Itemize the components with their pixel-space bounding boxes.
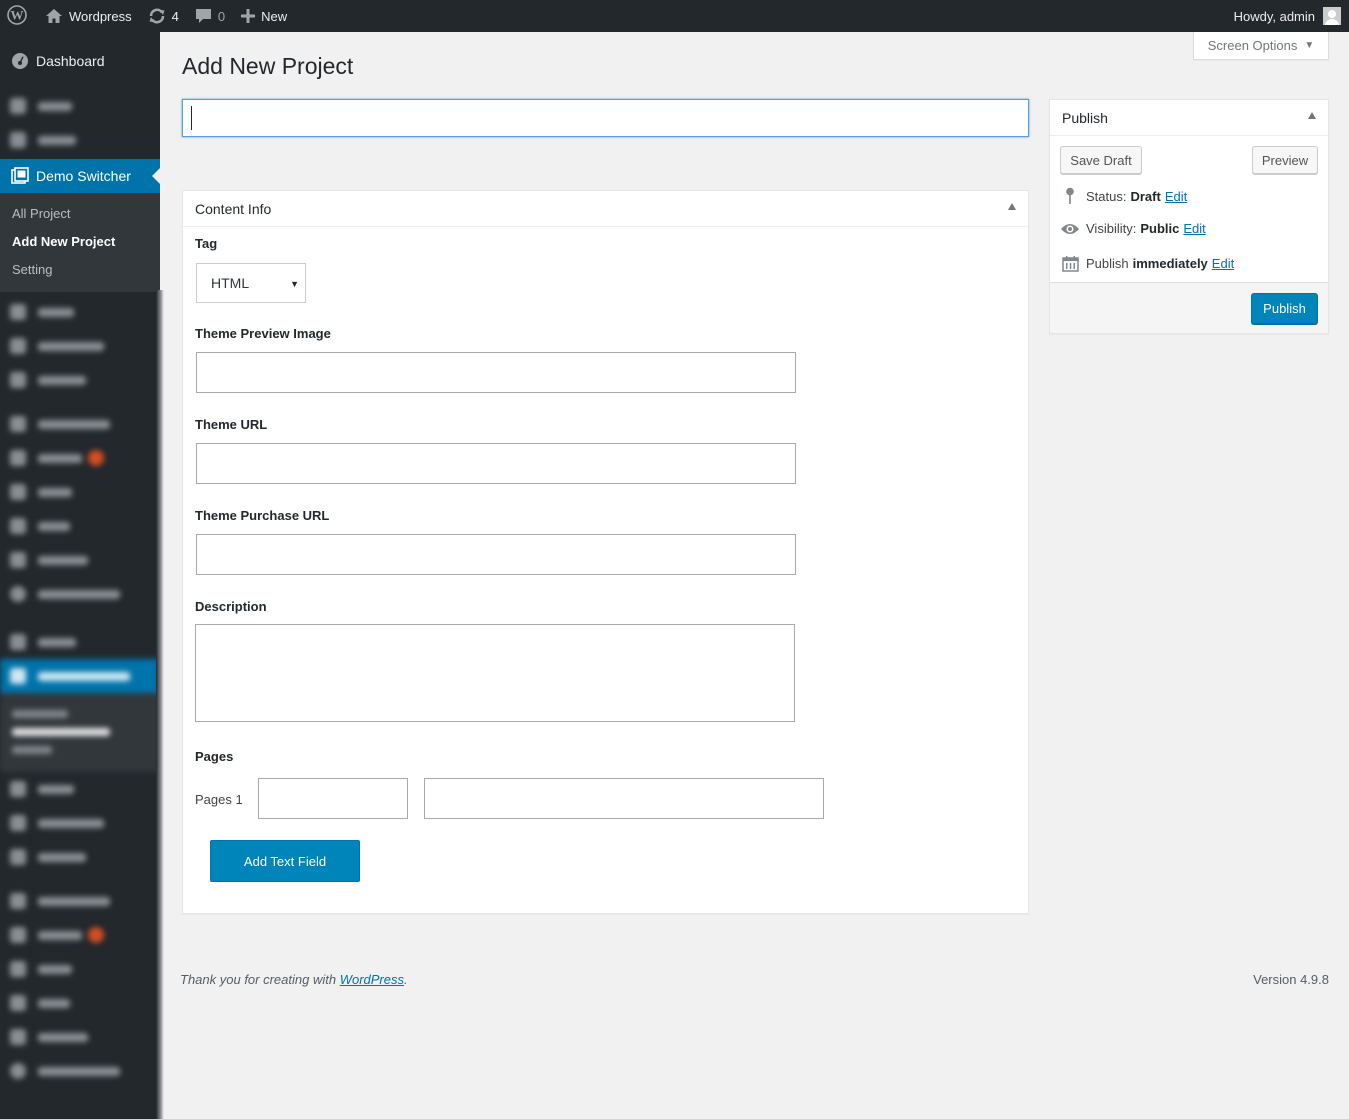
site-name: Wordpress <box>69 8 132 24</box>
status-edit-link[interactable]: Edit <box>1165 189 1187 204</box>
text-caret <box>191 106 192 130</box>
theme-url-input[interactable] <box>196 443 796 484</box>
plus-icon <box>241 9 256 23</box>
sidebar-item-demo-switcher[interactable]: Demo Switcher <box>0 159 160 193</box>
save-draft-button[interactable]: Save Draft <box>1060 146 1142 174</box>
publish-heading: Publish <box>1062 109 1108 126</box>
footer-thanks-suffix: . <box>404 972 408 987</box>
schedule-prefix: Publish <box>1086 256 1129 271</box>
select-arrow-icon: ▼ <box>290 279 299 289</box>
new-label: New <box>261 8 288 24</box>
sidebar-item-dashboard[interactable]: Dashboard <box>0 44 160 78</box>
preview-button[interactable]: Preview <box>1252 146 1318 174</box>
footer-thanks-prefix: Thank you for creating with <box>180 972 340 987</box>
page-url-input[interactable] <box>424 778 824 819</box>
pages-label: Pages <box>195 749 234 764</box>
footer-thanks: Thank you for creating with WordPress. <box>180 972 408 987</box>
content-info-metabox: Content Info Tag HTML ▼ Theme Preview Im… <box>182 190 1029 914</box>
wordpress-link[interactable]: WordPress <box>340 972 404 987</box>
add-text-field-button[interactable]: Add Text Field <box>210 840 360 882</box>
footer-version: Version 4.9.8 <box>1253 972 1329 987</box>
visibility-prefix: Visibility: <box>1086 221 1137 236</box>
tag-selected-value: HTML <box>211 275 250 291</box>
my-account-menu[interactable]: Howdy, admin <box>1234 7 1349 25</box>
screen-options-button[interactable]: Screen Options ▼ <box>1193 32 1329 60</box>
dashboard-gauge-icon <box>10 51 30 71</box>
submenu-item-add-new-project[interactable]: Add New Project <box>0 228 160 256</box>
new-content-link[interactable]: New <box>233 0 295 32</box>
description-textarea[interactable] <box>195 624 795 722</box>
sidebar-blur-edge <box>156 290 164 1119</box>
updates-count: 4 <box>171 8 179 24</box>
collapse-toggle-icon[interactable] <box>1308 112 1316 119</box>
theme-url-label: Theme URL <box>195 417 268 432</box>
submenu-item-setting[interactable]: Setting <box>0 256 160 284</box>
comments-count: 0 <box>217 8 226 24</box>
description-label: Description <box>195 599 267 614</box>
theme-preview-image-input[interactable] <box>196 352 796 393</box>
pages-row-label: Pages 1 <box>195 792 243 807</box>
page-title: Add New Project <box>182 53 354 79</box>
publish-metabox: Publish Save Draft Preview Status: Draft… <box>1049 99 1329 334</box>
schedule-value: immediately <box>1132 256 1208 271</box>
tag-label: Tag <box>195 236 218 251</box>
updates-link[interactable]: 4 <box>140 0 187 32</box>
sidebar-item-label: Dashboard <box>36 53 105 69</box>
wordpress-logo-menu[interactable]: W <box>0 0 37 32</box>
status-value: Draft <box>1130 188 1161 204</box>
collapse-toggle-icon[interactable] <box>1008 203 1016 210</box>
admin-bar: W Wordpress 4 0 New Howdy, admin <box>0 0 1349 32</box>
blurred-menu-items <box>0 89 160 157</box>
eye-icon <box>1060 222 1080 236</box>
theme-preview-image-label: Theme Preview Image <box>195 326 331 341</box>
project-title-input[interactable] <box>182 99 1029 137</box>
visibility-value: Public <box>1140 221 1180 236</box>
home-icon <box>45 8 63 24</box>
demo-switcher-submenu: All Project Add New Project Setting <box>0 193 160 292</box>
publish-actions: Publish <box>1050 282 1328 333</box>
status-prefix: Status: <box>1086 188 1127 204</box>
site-name-link[interactable]: Wordpress <box>37 0 140 32</box>
howdy-greeting: Howdy, admin <box>1233 8 1315 24</box>
dropdown-arrow-icon: ▼ <box>1304 40 1315 51</box>
calendar-icon <box>1060 255 1080 272</box>
admin-sidebar: Dashboard Demo Switcher All Project Add … <box>0 32 160 1119</box>
visibility-row: Visibility: Public Edit <box>1060 221 1206 236</box>
content-info-heading: Content Info <box>195 200 272 217</box>
tag-select[interactable]: HTML ▼ <box>196 263 306 303</box>
publish-header[interactable]: Publish <box>1050 100 1328 136</box>
screen-options-label: Screen Options <box>1207 38 1298 53</box>
updates-icon <box>148 7 166 25</box>
page-name-input[interactable] <box>258 778 408 819</box>
avatar-placeholder-icon <box>1323 7 1341 25</box>
svg-text:W: W <box>11 7 24 22</box>
schedule-row: Publish immediately Edit <box>1060 255 1234 272</box>
pin-icon <box>1060 187 1080 205</box>
demo-switcher-icon <box>10 166 30 186</box>
status-row: Status: Draft Edit <box>1060 187 1187 205</box>
blurred-menu-items-lower <box>0 292 160 1088</box>
comments-link[interactable]: 0 <box>187 0 233 32</box>
schedule-edit-link[interactable]: Edit <box>1212 256 1234 271</box>
submenu-item-all-project[interactable]: All Project <box>0 200 160 228</box>
theme-purchase-url-input[interactable] <box>196 534 796 575</box>
comment-bubble-icon <box>195 8 212 25</box>
publish-button[interactable]: Publish <box>1251 293 1318 324</box>
theme-purchase-url-label: Theme Purchase URL <box>195 508 330 523</box>
wordpress-logo-icon: W <box>7 4 27 28</box>
sidebar-item-label: Demo Switcher <box>36 168 131 184</box>
visibility-edit-link[interactable]: Edit <box>1183 221 1205 236</box>
content-info-header[interactable]: Content Info <box>183 191 1028 227</box>
